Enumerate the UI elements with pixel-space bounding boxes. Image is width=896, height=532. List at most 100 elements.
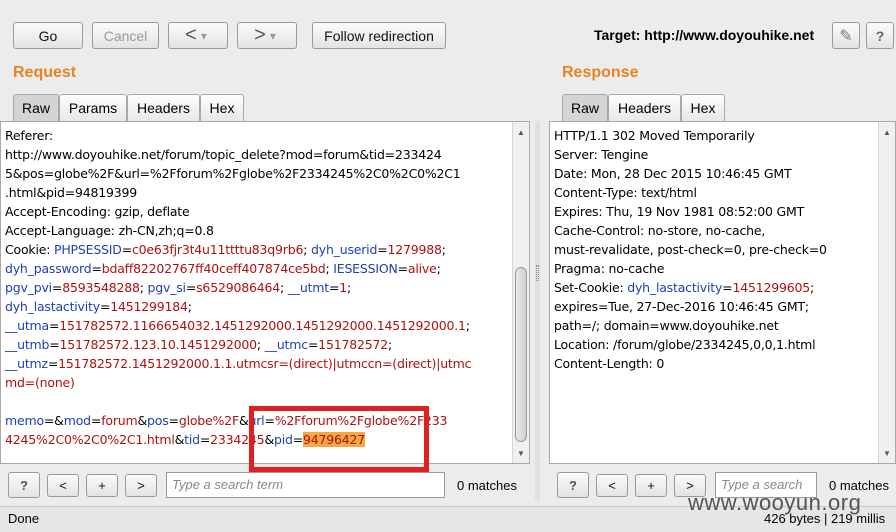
response-search-prev-button[interactable]: < [596, 474, 628, 497]
text-segment: ; [441, 242, 446, 257]
text-line: __utma=151782572.1166654032.1451292000.1… [5, 316, 471, 335]
back-button[interactable]: < ▾ [168, 22, 228, 49]
param-name: dyh_lastactivity [627, 280, 723, 295]
text-segment: ; [256, 337, 265, 352]
response-scrollbar[interactable]: ▲ ▼ [878, 122, 895, 463]
edit-target-button[interactable]: ✎ [832, 22, 860, 49]
request-search-prev-button[interactable]: < [47, 474, 79, 497]
response-heading: Response [562, 64, 639, 81]
param-value: 151782572.1166654032.1451292000.14512920… [59, 318, 466, 333]
text-segment: ; [436, 261, 441, 276]
text-line: dyh_password=bdaff82202767ff40ceff407874… [5, 259, 471, 278]
request-tab-params[interactable]: Params [59, 94, 127, 121]
pane-splitter[interactable] [535, 121, 540, 501]
request-tab-hex[interactable]: Hex [200, 94, 244, 121]
request-scrollbar[interactable]: ▲ ▼ [512, 122, 529, 463]
param-value: 1451299605 [732, 280, 810, 295]
text-segment: & [238, 413, 249, 428]
text-line: pgv_pvi=8593548288; pgv_si=s6529086464; … [5, 278, 471, 297]
request-scroll-thumb[interactable] [515, 267, 527, 442]
pencil-icon: ✎ [839, 27, 853, 45]
param-name: mod [63, 413, 91, 428]
param-name: IESESSION [333, 261, 398, 276]
text-segment: HTTP/1.1 302 Moved Temporarily [554, 128, 755, 143]
param-value: 1279988 [387, 242, 442, 257]
text-segment: ; [303, 242, 312, 257]
text-segment: = [90, 413, 102, 428]
toolbar-help-button[interactable]: ? [866, 22, 894, 49]
text-segment: = [377, 242, 388, 257]
text-segment: Pragma: no-cache [554, 261, 665, 276]
text-line: Server: Tengine [554, 145, 827, 164]
text-segment: = [121, 242, 132, 257]
param-value: 151782572.123.10.1451292000 [59, 337, 258, 352]
text-segment: Location: /forum/globe/2334245,0,0,1.htm… [554, 337, 816, 352]
text-segment: path=/; domain=www.doyouhike.net [554, 318, 779, 333]
param-value: globe%2F [178, 413, 239, 428]
response-search-help-button[interactable]: ? [557, 472, 589, 498]
text-line: Set-Cookie: dyh_lastactivity=1451299605; [554, 278, 827, 297]
param-value: alive [407, 261, 437, 276]
back-dropdown-icon: ▾ [200, 28, 207, 43]
text-line: must-revalidate, post-check=0, pre-check… [554, 240, 827, 259]
param-name: pos [147, 413, 169, 428]
text-line: Content-Type: text/html [554, 183, 827, 202]
text-segment: = [199, 432, 211, 447]
scroll-up-icon[interactable]: ▲ [513, 124, 529, 140]
annotation-box [249, 406, 429, 472]
text-segment: Set-Cookie: [554, 280, 628, 295]
param-name: dyh_password [5, 261, 92, 276]
response-search-add-button[interactable]: + [635, 474, 667, 497]
follow-redirection-button[interactable]: Follow redirection [312, 22, 446, 49]
text-segment: ; [139, 280, 148, 295]
forward-dropdown-icon: ▾ [269, 28, 276, 43]
param-name: pgv_pvi [5, 280, 52, 295]
text-segment: = [722, 280, 733, 295]
param-value: 151782572 [318, 337, 388, 352]
forward-button[interactable]: > ▾ [237, 22, 297, 49]
text-segment: = [49, 337, 60, 352]
text-segment: http://www.doyouhike.net/forum/topic_del… [5, 147, 442, 162]
param-value: 1 [339, 280, 348, 295]
response-tab-raw[interactable]: Raw [562, 94, 608, 121]
text-line: Cache-Control: no-store, no-cache, [554, 221, 827, 240]
text-line: __utmb=151782572.123.10.1451292000; __ut… [5, 335, 471, 354]
cancel-button[interactable]: Cancel [92, 22, 159, 49]
param-name: PHPSESSID [54, 242, 122, 257]
param-name: __utmz [5, 356, 48, 371]
text-segment: = [91, 261, 102, 276]
request-search-next-button[interactable]: > [125, 474, 157, 497]
text-segment: Content-Type: text/html [554, 185, 697, 200]
text-segment: = [99, 299, 111, 314]
text-segment: ; [279, 280, 288, 295]
param-name: dyh_lastactivity [5, 299, 100, 314]
param-name: __utmc [264, 337, 308, 352]
scroll-down-icon[interactable]: ▼ [879, 445, 895, 461]
request-tab-headers[interactable]: Headers [127, 94, 200, 121]
param-value: 151782572.1451292000.1.1.utmcsr=(direct)… [58, 356, 472, 371]
scroll-down-icon[interactable]: ▼ [513, 445, 529, 461]
param-name: tid [184, 432, 200, 447]
text-segment: Referer: [5, 128, 53, 143]
forward-arrow-icon: > [254, 24, 266, 46]
request-tab-raw[interactable]: Raw [13, 94, 59, 121]
text-line: Accept-Encoding: gzip, deflate [5, 202, 471, 221]
response-tab-hex[interactable]: Hex [681, 94, 725, 121]
request-search-input[interactable]: Type a search term [166, 472, 445, 498]
text-segment: = [168, 413, 179, 428]
param-value: 1451299184 [110, 299, 188, 314]
back-arrow-icon: < [185, 24, 197, 46]
go-button[interactable]: Go [13, 22, 83, 49]
text-segment: Date: Mon, 28 Dec 2015 10:46:45 GMT [554, 166, 792, 181]
response-raw-text[interactable]: HTTP/1.1 302 Moved Temporarily Server: Te… [554, 126, 827, 373]
text-line: Expires: Thu, 19 Nov 1981 08:52:00 GMT [554, 202, 827, 221]
text-segment: = [51, 280, 63, 295]
splitter-grip-icon[interactable] [536, 265, 539, 281]
request-search-help-button[interactable]: ? [8, 472, 40, 498]
response-tab-headers[interactable]: Headers [608, 94, 681, 121]
scroll-up-icon[interactable]: ▲ [879, 124, 895, 140]
request-search-add-button[interactable]: + [86, 474, 118, 497]
text-segment: & [137, 413, 148, 428]
request-raw-text[interactable]: Referer: http://www.doyouhike.net/forum/t… [5, 126, 471, 449]
response-editor[interactable]: HTTP/1.1 302 Moved Temporarily Server: Te… [549, 121, 896, 464]
